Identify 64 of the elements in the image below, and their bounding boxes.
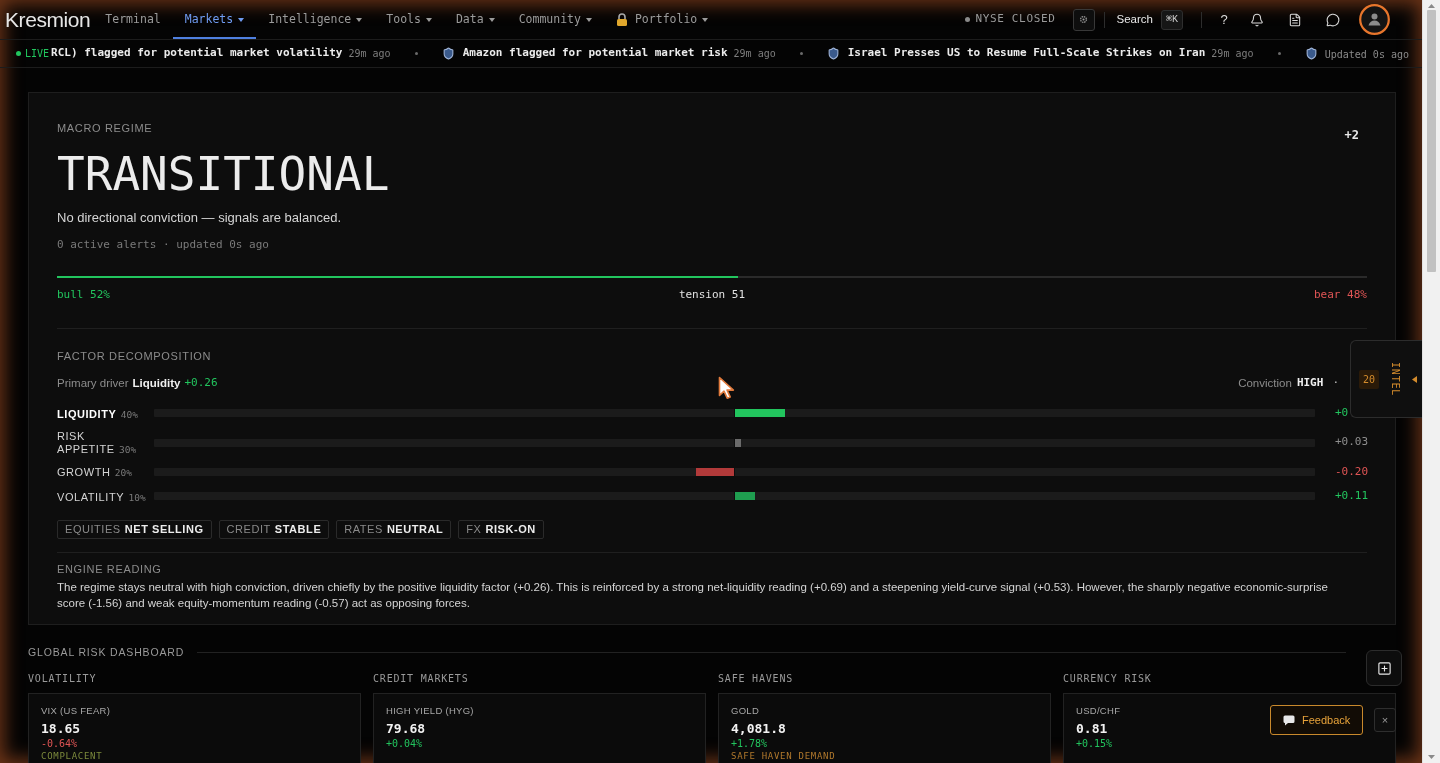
signal-value: NET SELLING: [124, 521, 204, 537]
factor-value: +0: [1335, 405, 1350, 421]
metric-label: GOLD: [731, 705, 760, 717]
signal-key: EQUITIES: [65, 520, 121, 538]
driver-name: Liquidity: [132, 376, 181, 391]
alerts-meta: 0 active alerts · updated 0s ago: [57, 238, 269, 252]
column-title: VOLATILITY: [28, 672, 97, 686]
news-time: 29m ago: [348, 47, 391, 61]
signal-key: FX: [466, 520, 482, 538]
shortcut-key: ⌘K: [1160, 9, 1183, 30]
metric-value: 18.65: [41, 721, 81, 737]
factor-weight: 20%: [114, 467, 133, 479]
engine-reading-text: The regime stays neutral with high conviction, driven chiefly by the positive liquidity factor (+0.26). This is reinforced by a strong net-liquidity reading (+0.69) and a steepening yield-curve signal (+0.53). However, the sharply negative economic-surprise score (-1.56) and weak equity-momentum reading (-0.57) act as opposing forces.: [57, 579, 1329, 611]
factor-value: +0.03: [1335, 434, 1367, 451]
news-time: 29m ago: [733, 47, 776, 61]
metric-status: COMPLACENT: [41, 751, 103, 762]
driver-label: Primary driver: [57, 376, 129, 391]
factor-name: RISK APPETITE: [57, 429, 115, 456]
factor-name: VOLATILITY: [57, 490, 125, 504]
count-badge: 20: [1359, 369, 1380, 389]
tension-score: tension 51: [678, 288, 746, 302]
section-label: MACRO REGIME: [57, 122, 153, 135]
factor-value: +0.11: [1335, 488, 1367, 504]
separator: ·: [1332, 375, 1339, 391]
updated-time: Updated 0s ago: [1324, 48, 1409, 62]
column-title: SAFE HAVENS: [718, 672, 794, 686]
metric-label: VIX (US FEAR): [41, 705, 111, 717]
signal-key: RATES: [344, 520, 383, 538]
metric-label: USD/CHF: [1076, 705, 1121, 717]
metric-change: +1.78%: [731, 737, 768, 750]
metric-change: +0.15%: [1076, 737, 1113, 750]
market-status: NYSE CLOSED: [975, 11, 1056, 28]
metric-value: 0.81: [1076, 721, 1108, 737]
column-title: CURRENCY RISK: [1063, 672, 1152, 686]
driver-value: +0.26: [184, 375, 218, 391]
section-label: FACTOR DECOMPOSITION: [57, 350, 212, 363]
metric-change: +0.04%: [386, 737, 423, 750]
regime-summary: No directional conviction — signals are balanced.: [57, 210, 341, 226]
factor-weight: 40%: [120, 408, 138, 420]
conviction-label: Conviction: [1238, 376, 1292, 391]
factor-weight: 10%: [128, 491, 146, 503]
section-label: GLOBAL RISK DASHBOARD: [28, 645, 185, 659]
regime-title: TRANSITIONAL: [57, 148, 390, 200]
signal-value: RISK-ON: [485, 521, 536, 537]
news-time: 29m ago: [1211, 47, 1254, 61]
factor-value: -0.20: [1335, 463, 1367, 480]
factor-weight: 30%: [119, 443, 137, 455]
metric-status: SAFE HAVEN DEMAND: [731, 751, 836, 762]
metric-change: -0.64%: [41, 737, 78, 750]
bear-share: bear 48%: [1314, 288, 1367, 302]
live-label: LIVE: [25, 47, 50, 61]
signal-key: CREDIT: [226, 520, 271, 538]
regime-change-label: +2: [1344, 127, 1359, 144]
column-title: CREDIT MARKETS: [373, 672, 469, 686]
metric-value: 4,081.8: [731, 721, 786, 737]
signal-value: STABLE: [274, 521, 322, 537]
metric-label: HIGH YIELD (HYG): [386, 705, 474, 717]
bull-share: bull 52%: [57, 288, 110, 302]
section-label: ENGINE READING: [57, 562, 162, 576]
signal-value: NEUTRAL: [386, 521, 444, 537]
factor-name: GROWTH: [57, 466, 111, 480]
factor-name: LIQUIDITY: [57, 407, 117, 421]
conviction-value: HIGH: [1296, 375, 1324, 391]
metric-value: 79.68: [386, 721, 426, 737]
